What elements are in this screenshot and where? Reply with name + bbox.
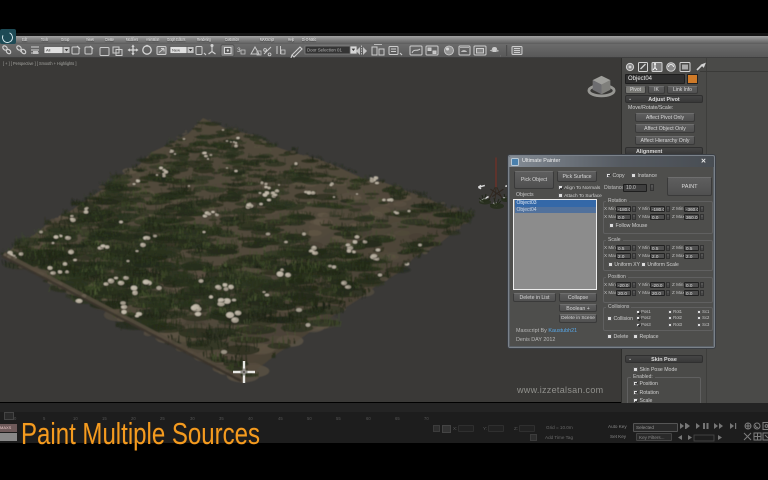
svg-text:,: , bbox=[500, 52, 501, 57]
svg-text:All: All bbox=[46, 48, 51, 53]
svg-text:Door Selection 01: Door Selection 01 bbox=[307, 48, 342, 53]
svg-text:3: 3 bbox=[237, 47, 241, 54]
svg-text:New: New bbox=[172, 48, 180, 53]
